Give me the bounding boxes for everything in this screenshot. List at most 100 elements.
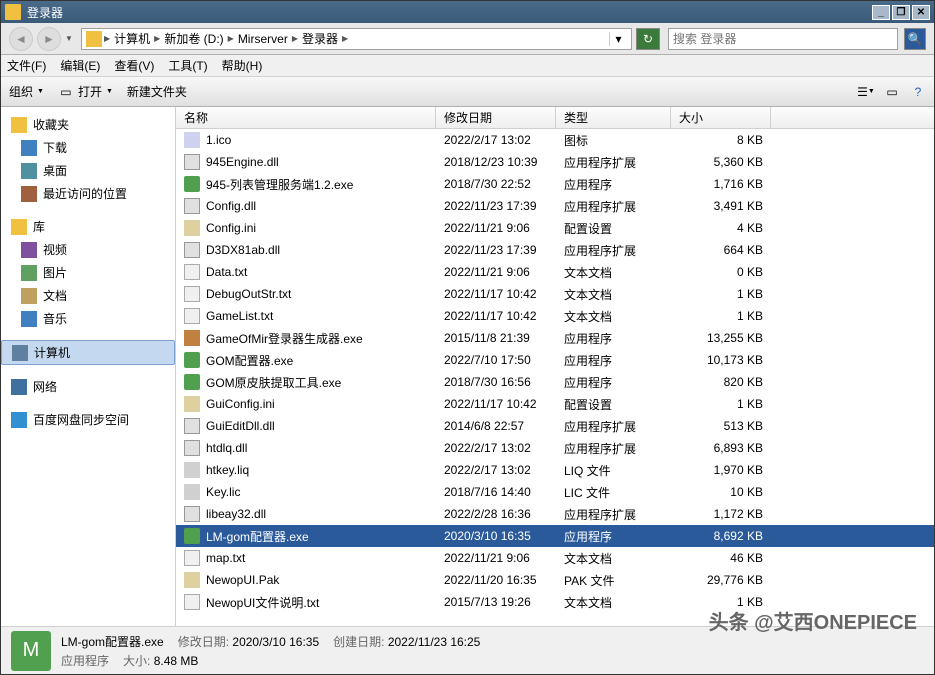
address-bar[interactable]: ▶ 计算机 ▶ 新加卷 (D:) ▶ Mirserver ▶ 登录器 ▶ ▾: [81, 28, 632, 50]
file-size: 1 KB: [671, 397, 771, 411]
back-button[interactable]: ◄: [9, 27, 33, 51]
file-row[interactable]: GuiEditDll.dll 2014/6/8 22:57 应用程序扩展 513…: [176, 415, 934, 437]
refresh-button[interactable]: ↻: [636, 28, 660, 50]
file-name: NewopUI.Pak: [206, 573, 279, 587]
organize-button[interactable]: 组织 ▼: [9, 83, 44, 100]
file-row[interactable]: Config.ini 2022/11/21 9:06 配置设置 4 KB: [176, 217, 934, 239]
menu-help[interactable]: 帮助(H): [222, 57, 263, 74]
file-row[interactable]: htdlq.dll 2022/2/17 13:02 应用程序扩展 6,893 K…: [176, 437, 934, 459]
file-row[interactable]: GuiConfig.ini 2022/11/17 10:42 配置设置 1 KB: [176, 393, 934, 415]
file-type: 图标: [556, 132, 671, 149]
sidebar-downloads[interactable]: 下载: [1, 136, 175, 159]
menu-edit[interactable]: 编辑(E): [60, 57, 100, 74]
menu-tools[interactable]: 工具(T): [168, 57, 207, 74]
search-button[interactable]: 🔍: [904, 28, 926, 50]
view-icon[interactable]: ☰ ▼: [858, 84, 874, 100]
file-name: GameList.txt: [206, 309, 273, 323]
file-name: Config.dll: [206, 199, 256, 213]
sidebar-pictures[interactable]: 图片: [1, 261, 175, 284]
address-dropdown[interactable]: ▾: [609, 32, 627, 46]
addr-seg-folder1[interactable]: Mirserver: [236, 32, 290, 46]
file-row[interactable]: NewopUI文件说明.txt 2015/7/13 19:26 文本文档 1 K…: [176, 591, 934, 613]
music-icon: [21, 311, 37, 327]
open-button[interactable]: ▭打开 ▼: [58, 83, 113, 100]
file-date: 2014/6/8 22:57: [436, 419, 556, 433]
file-date: 2022/2/17 13:02: [436, 133, 556, 147]
file-size: 820 KB: [671, 375, 771, 389]
menu-view[interactable]: 查看(V): [114, 57, 154, 74]
sidebar-videos[interactable]: 视频: [1, 238, 175, 261]
file-type: 配置设置: [556, 396, 671, 413]
file-size: 6,893 KB: [671, 441, 771, 455]
maximize-button[interactable]: ❐: [892, 5, 910, 20]
addr-seg-folder2[interactable]: 登录器: [300, 30, 340, 47]
file-row[interactable]: GOM原皮肤提取工具.exe 2018/7/30 16:56 应用程序 820 …: [176, 371, 934, 393]
file-icon: [184, 330, 200, 346]
file-size: 0 KB: [671, 265, 771, 279]
sidebar-desktop[interactable]: 桌面: [1, 159, 175, 182]
chevron-right-icon[interactable]: ▶: [228, 34, 234, 43]
file-name: map.txt: [206, 551, 245, 565]
file-row[interactable]: LM-gom配置器.exe 2020/3/10 16:35 应用程序 8,692…: [176, 525, 934, 547]
document-icon: [21, 288, 37, 304]
file-row[interactable]: htkey.liq 2022/2/17 13:02 LIQ 文件 1,970 K…: [176, 459, 934, 481]
sidebar-baidu[interactable]: 百度网盘同步空间: [1, 408, 175, 431]
file-name: GuiConfig.ini: [206, 397, 275, 411]
file-row[interactable]: DebugOutStr.txt 2022/11/17 10:42 文本文档 1 …: [176, 283, 934, 305]
sidebar-computer[interactable]: 计算机: [1, 340, 175, 365]
file-icon: [184, 528, 200, 544]
new-folder-button[interactable]: 新建文件夹: [127, 83, 187, 100]
sidebar-music[interactable]: 音乐: [1, 307, 175, 330]
file-list[interactable]: 1.ico 2022/2/17 13:02 图标 8 KB 945Engine.…: [176, 129, 934, 626]
file-icon: [184, 242, 200, 258]
addr-seg-drive[interactable]: 新加卷 (D:): [162, 30, 225, 47]
col-size[interactable]: 大小: [671, 107, 771, 128]
sidebar-recent[interactable]: 最近访问的位置: [1, 182, 175, 205]
file-row[interactable]: 1.ico 2022/2/17 13:02 图标 8 KB: [176, 129, 934, 151]
sidebar-network[interactable]: 网络: [1, 375, 175, 398]
file-row[interactable]: GOM配置器.exe 2022/7/10 17:50 应用程序 10,173 K…: [176, 349, 934, 371]
close-button[interactable]: ✕: [912, 5, 930, 20]
file-icon: [184, 396, 200, 412]
file-row[interactable]: GameList.txt 2022/11/17 10:42 文本文档 1 KB: [176, 305, 934, 327]
file-row[interactable]: GameOfMir登录器生成器.exe 2015/11/8 21:39 应用程序…: [176, 327, 934, 349]
sidebar-documents[interactable]: 文档: [1, 284, 175, 307]
status-filename: LM-gom配置器.exe: [61, 633, 164, 650]
chevron-right-icon[interactable]: ▶: [342, 34, 348, 43]
chevron-right-icon[interactable]: ▶: [292, 34, 298, 43]
file-row[interactable]: Config.dll 2022/11/23 17:39 应用程序扩展 3,491…: [176, 195, 934, 217]
col-type[interactable]: 类型: [556, 107, 671, 128]
chevron-right-icon[interactable]: ▶: [104, 34, 110, 43]
minimize-button[interactable]: _: [872, 5, 890, 20]
file-icon: [184, 594, 200, 610]
file-row[interactable]: map.txt 2022/11/21 9:06 文本文档 46 KB: [176, 547, 934, 569]
file-row[interactable]: 945-列表管理服务端1.2.exe 2018/7/30 22:52 应用程序 …: [176, 173, 934, 195]
file-type: 应用程序扩展: [556, 506, 671, 523]
file-row[interactable]: Key.lic 2018/7/16 14:40 LIC 文件 10 KB: [176, 481, 934, 503]
forward-button[interactable]: ►: [37, 27, 61, 51]
file-type: 文本文档: [556, 286, 671, 303]
col-name[interactable]: 名称: [176, 107, 436, 128]
file-row[interactable]: libeay32.dll 2022/2/28 16:36 应用程序扩展 1,17…: [176, 503, 934, 525]
file-type: 应用程序: [556, 330, 671, 347]
preview-icon[interactable]: ▭: [884, 84, 900, 100]
sidebar-favorites[interactable]: 收藏夹: [1, 113, 175, 136]
file-row[interactable]: 945Engine.dll 2018/12/23 10:39 应用程序扩展 5,…: [176, 151, 934, 173]
file-type: 文本文档: [556, 308, 671, 325]
file-row[interactable]: D3DX81ab.dll 2022/11/23 17:39 应用程序扩展 664…: [176, 239, 934, 261]
help-icon[interactable]: ?: [910, 84, 926, 100]
file-row[interactable]: NewopUI.Pak 2022/11/20 16:35 PAK 文件 29,7…: [176, 569, 934, 591]
file-size: 8,692 KB: [671, 529, 771, 543]
file-type: 应用程序扩展: [556, 418, 671, 435]
file-row[interactable]: Data.txt 2022/11/21 9:06 文本文档 0 KB: [176, 261, 934, 283]
search-box[interactable]: [668, 28, 898, 50]
file-icon: [184, 154, 200, 170]
sidebar-libraries[interactable]: 库: [1, 215, 175, 238]
addr-seg-computer[interactable]: 计算机: [112, 30, 152, 47]
chevron-right-icon[interactable]: ▶: [154, 34, 160, 43]
history-dropdown[interactable]: ▼: [65, 34, 77, 43]
search-input[interactable]: [673, 32, 893, 46]
col-modified[interactable]: 修改日期: [436, 107, 556, 128]
menu-file[interactable]: 文件(F): [7, 57, 46, 74]
file-icon: [184, 506, 200, 522]
